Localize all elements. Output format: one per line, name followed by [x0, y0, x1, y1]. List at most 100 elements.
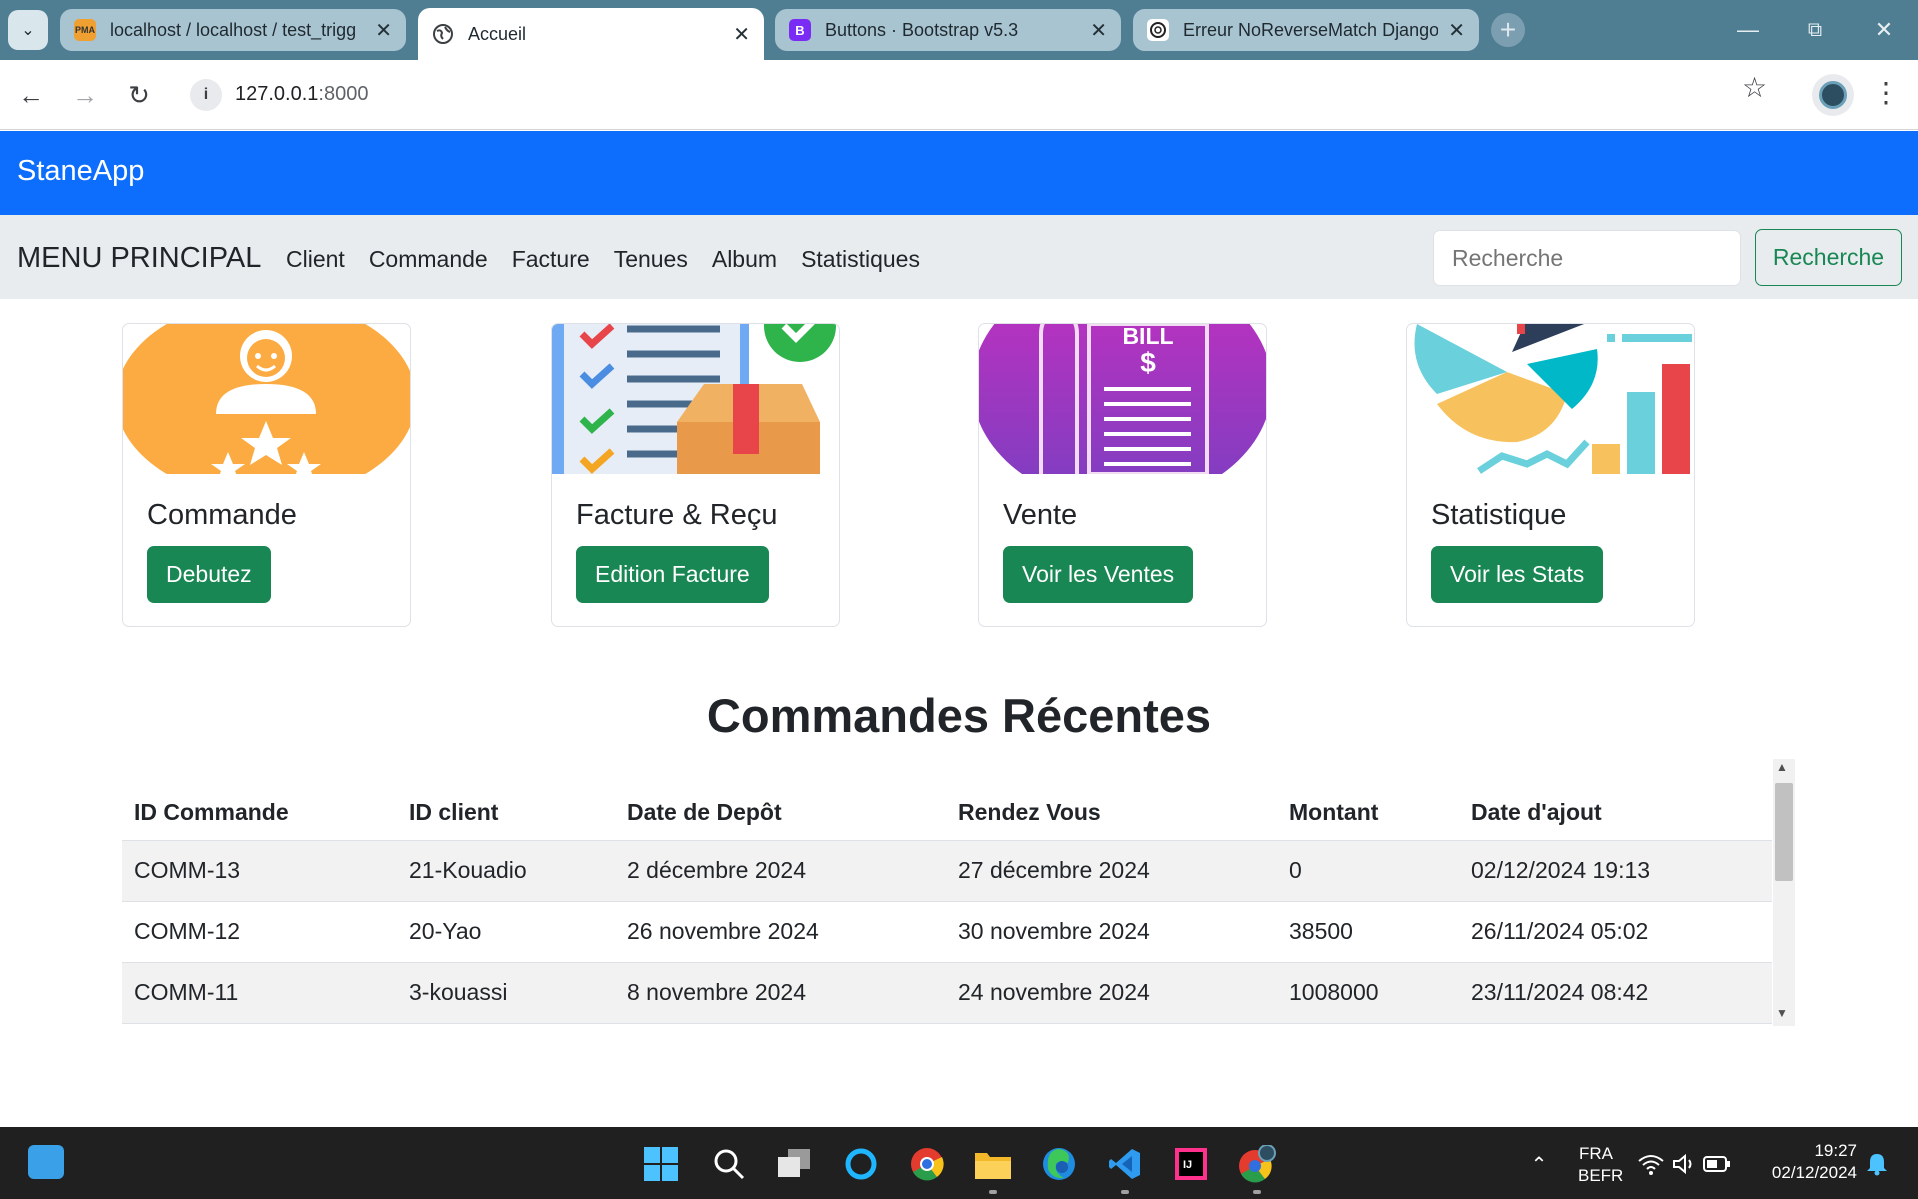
- profile-avatar[interactable]: [1812, 74, 1854, 116]
- customer-rating-illustration: [123, 324, 410, 474]
- close-tab-icon[interactable]: ✕: [1090, 18, 1107, 43]
- edition-facture-button[interactable]: Edition Facture: [576, 546, 769, 603]
- clock-time: 19:27: [1814, 1141, 1857, 1160]
- url-text[interactable]: 127.0.0.1:8000: [235, 83, 368, 106]
- close-window-button[interactable]: ✕: [1864, 14, 1904, 46]
- tab-phpmyadmin[interactable]: PMA localhost / localhost / test_trigg ✕: [60, 9, 406, 51]
- browser-tabstrip: ⌄ PMA localhost / localhost / test_trigg…: [0, 0, 1918, 60]
- order-id: COMM-11: [122, 962, 397, 1024]
- site-info-icon[interactable]: i: [190, 79, 222, 111]
- table-row: COMM-13 21-Kouadio 2 décembre 2024 27 dé…: [122, 840, 1772, 902]
- menu-link-album[interactable]: Album: [712, 246, 777, 273]
- url-port: :8000: [318, 83, 369, 105]
- bookmark-star-icon[interactable]: ☆: [1742, 71, 1767, 104]
- client-id: 20-Yao: [397, 901, 615, 963]
- menu-link-facture[interactable]: Facture: [512, 246, 590, 273]
- widgets-icon[interactable]: [28, 1145, 64, 1179]
- address-bar[interactable]: i 127.0.0.1:8000: [180, 70, 1792, 120]
- card-statistique: Statistique Voir les Stats: [1406, 323, 1695, 627]
- tab-bootstrap[interactable]: B Buttons · Bootstrap v5.3 ✕: [775, 9, 1121, 51]
- jetbrains-icon[interactable]: IJ: [1172, 1145, 1210, 1183]
- appointment-date: 30 novembre 2024: [946, 901, 1277, 963]
- tab-title: Accueil: [468, 23, 527, 44]
- edge-icon[interactable]: [1040, 1145, 1078, 1183]
- restore-button[interactable]: ⧉: [1795, 14, 1835, 46]
- tab-title: Buttons · Bootstrap v5.3: [825, 19, 1019, 40]
- globe-icon: [432, 23, 454, 45]
- tab-search-button[interactable]: ⌄: [8, 10, 48, 50]
- forward-button[interactable]: →: [66, 76, 104, 114]
- table-header-row: ID Commande ID client Date de Depôt Rend…: [122, 758, 1772, 841]
- vscode-icon[interactable]: [1106, 1145, 1144, 1183]
- scroll-up-icon[interactable]: ▲: [1776, 760, 1788, 774]
- column-header: Date d'ajout: [1459, 758, 1772, 841]
- clock[interactable]: 19:27 02/12/2024: [1753, 1140, 1857, 1184]
- chrome-icon[interactable]: [908, 1145, 946, 1183]
- search-input[interactable]: [1433, 230, 1741, 286]
- recent-orders-title: Commandes Récentes: [706, 689, 1212, 742]
- menu-link-commande[interactable]: Commande: [369, 246, 488, 273]
- input-language[interactable]: FRA BEFR: [1578, 1143, 1624, 1187]
- tray-chevron-up-icon[interactable]: ⌃: [1520, 1145, 1558, 1183]
- arrow-left-icon: ←: [18, 79, 44, 110]
- reload-icon: ↻: [128, 79, 150, 110]
- brand-navbar: StaneApp: [0, 131, 1918, 215]
- menu-link-client[interactable]: Client: [286, 246, 345, 273]
- search-button[interactable]: Recherche: [1755, 229, 1902, 286]
- tab-accueil[interactable]: Accueil ✕: [418, 8, 764, 60]
- search-icon[interactable]: [710, 1145, 748, 1183]
- column-header: Montant: [1277, 758, 1459, 841]
- menu-title[interactable]: MENU PRINCIPAL: [17, 242, 261, 275]
- start-icon[interactable]: [642, 1145, 680, 1183]
- recent-orders-table[interactable]: ID Commande ID client Date de Depôt Rend…: [122, 758, 1795, 1026]
- bootstrap-icon: B: [789, 19, 811, 41]
- close-tab-icon[interactable]: ✕: [1448, 18, 1465, 43]
- file-explorer-icon[interactable]: [974, 1145, 1012, 1183]
- main-menu-bar: MENU PRINCIPAL Client Commande Facture T…: [0, 215, 1918, 299]
- bill-illustration: BILL $: [979, 324, 1266, 474]
- avatar-image: [1819, 81, 1847, 109]
- chrome-profile-icon[interactable]: [1238, 1145, 1276, 1183]
- tab-title: Erreur NoReverseMatch Django: [1183, 19, 1439, 40]
- deposit-date: 8 novembre 2024: [615, 962, 946, 1024]
- close-tab-icon[interactable]: ✕: [375, 18, 392, 43]
- added-date: 23/11/2024 08:42: [1459, 962, 1772, 1024]
- browser-menu-icon[interactable]: ⋮: [1872, 76, 1900, 109]
- new-tab-button[interactable]: +: [1491, 13, 1525, 47]
- close-tab-icon[interactable]: ✕: [733, 22, 750, 47]
- menu-link-tenues[interactable]: Tenues: [614, 246, 688, 273]
- brand-link[interactable]: StaneApp: [17, 155, 144, 188]
- appointment-date: 27 décembre 2024: [946, 840, 1277, 902]
- minimize-icon: —: [1737, 17, 1759, 42]
- url-host: 127.0.0.1: [235, 83, 319, 105]
- deposit-date: 26 novembre 2024: [615, 901, 946, 963]
- minimize-button[interactable]: —: [1728, 14, 1768, 46]
- card-title: Commande: [147, 499, 297, 531]
- running-indicator: [1121, 1190, 1129, 1194]
- chatgpt-icon: [1147, 19, 1169, 41]
- added-date: 26/11/2024 05:02: [1459, 901, 1772, 963]
- arrow-right-icon: →: [72, 79, 98, 110]
- menu-link-statistiques[interactable]: Statistiques: [801, 246, 920, 273]
- scroll-down-icon[interactable]: ▼: [1776, 1006, 1788, 1020]
- appointment-date: 24 novembre 2024: [946, 962, 1277, 1024]
- tab-chatgpt[interactable]: Erreur NoReverseMatch Django ✕: [1133, 9, 1479, 51]
- back-button[interactable]: ←: [12, 76, 50, 114]
- client-id: 21-Kouadio: [397, 840, 615, 902]
- checklist-package-illustration: [552, 324, 839, 474]
- card-vente: BILL $ Vente Voir les Ventes: [978, 323, 1267, 627]
- reload-button[interactable]: ↻: [120, 76, 158, 114]
- statistics-illustration: [1407, 324, 1694, 474]
- column-header: ID Commande: [122, 758, 397, 841]
- task-view-icon[interactable]: [776, 1145, 814, 1183]
- deposit-date: 2 décembre 2024: [615, 840, 946, 902]
- notification-bell-icon[interactable]: [1858, 1145, 1896, 1183]
- cortana-icon[interactable]: [842, 1145, 880, 1183]
- voir-stats-button[interactable]: Voir les Stats: [1431, 546, 1604, 603]
- debutez-button[interactable]: Debutez: [147, 546, 271, 603]
- keyboard-layout: BEFR: [1578, 1166, 1624, 1185]
- battery-icon[interactable]: [1698, 1145, 1736, 1183]
- voir-ventes-button[interactable]: Voir les Ventes: [1003, 546, 1194, 603]
- table-scrollbar-thumb[interactable]: [1775, 783, 1793, 881]
- amount: 38500: [1277, 901, 1459, 963]
